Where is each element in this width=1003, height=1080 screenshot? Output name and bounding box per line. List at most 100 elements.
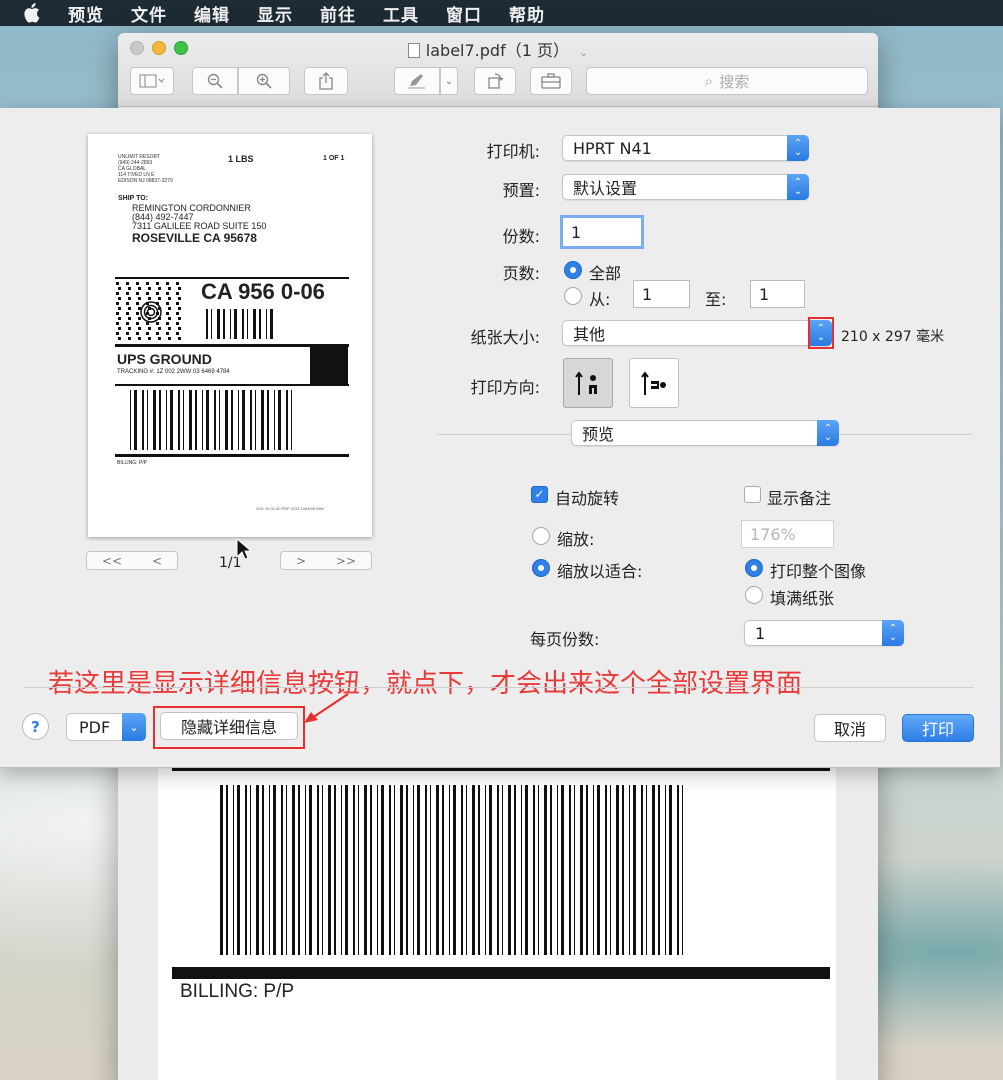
pages-to-input[interactable]: 1 bbox=[750, 280, 805, 308]
pdf-menu-button[interactable]: PDF ⌄ bbox=[66, 713, 146, 741]
printer-value: HPRT N41 bbox=[573, 138, 652, 158]
menu-view[interactable]: 显示 bbox=[257, 1, 293, 26]
label-rule bbox=[172, 967, 830, 979]
presets-select[interactable]: 默认设置 ⌃ ⌄ bbox=[562, 174, 809, 200]
maxicode-dot bbox=[158, 297, 161, 300]
updown-chevron-icon: ⌃ ⌄ bbox=[817, 420, 839, 446]
maxicode-dot bbox=[168, 337, 171, 340]
auto-rotate-checkbox[interactable]: ✓ bbox=[531, 486, 548, 503]
auto-rotate-label: 自动旋转 bbox=[555, 489, 620, 508]
previous-page-button[interactable]: < bbox=[152, 554, 162, 568]
hide-details-button[interactable]: 隐藏详细信息 bbox=[160, 712, 298, 740]
barcode-bar bbox=[273, 785, 276, 955]
barcode-bar bbox=[153, 390, 156, 450]
maxicode-dot bbox=[166, 302, 169, 305]
chevron-down-icon: ⌄ bbox=[444, 75, 454, 87]
search-field[interactable]: ⌕ 搜索 bbox=[586, 67, 868, 95]
barcode-bar bbox=[593, 785, 594, 955]
pages-from-input[interactable]: 1 bbox=[633, 280, 690, 308]
search-placeholder: 搜索 bbox=[719, 72, 750, 91]
barcode-bar bbox=[485, 785, 486, 955]
menu-edit[interactable]: 编辑 bbox=[194, 1, 230, 26]
landscape-orientation-button[interactable] bbox=[629, 358, 679, 408]
barcode-bar bbox=[170, 390, 173, 450]
paper-size-select[interactable]: 其他 ⌃ ⌄ bbox=[562, 320, 832, 346]
barcode-bar bbox=[466, 785, 467, 955]
portrait-person-icon bbox=[575, 371, 597, 395]
scale-to-fit-radio[interactable] bbox=[532, 559, 550, 577]
maxicode-dot bbox=[116, 302, 119, 305]
help-button[interactable]: ? bbox=[22, 713, 49, 740]
menu-file[interactable]: 文件 bbox=[131, 1, 167, 26]
copies-per-page-select[interactable]: 1 ⌃ ⌄ bbox=[744, 620, 904, 646]
markup-menu-button[interactable]: ⌄ bbox=[440, 67, 458, 95]
barcode-bar bbox=[442, 785, 444, 955]
barcode-bar bbox=[641, 785, 643, 955]
barcode-bar bbox=[381, 785, 384, 955]
barcode-bar bbox=[616, 785, 619, 955]
print-entire-image-radio[interactable] bbox=[745, 559, 763, 577]
maxicode-dot bbox=[176, 282, 179, 285]
menu-tools[interactable]: 工具 bbox=[383, 1, 419, 26]
barcode-bar bbox=[231, 390, 233, 450]
app-section-select[interactable]: 预览 ⌃ ⌄ bbox=[571, 420, 839, 446]
maxicode-dot bbox=[138, 327, 141, 330]
menu-window[interactable]: 窗口 bbox=[446, 1, 482, 26]
cancel-button[interactable]: 取消 bbox=[814, 714, 886, 742]
menu-preview[interactable]: 预览 bbox=[68, 1, 104, 26]
zoom-out-button[interactable] bbox=[192, 67, 238, 95]
document-title-bar[interactable]: label7.pdf（1 页） ⌄ bbox=[118, 37, 878, 61]
pages-all-radio[interactable] bbox=[564, 261, 582, 279]
barcode-bar bbox=[147, 390, 148, 450]
show-notes-checkbox[interactable] bbox=[744, 486, 761, 503]
zoom-in-button[interactable] bbox=[238, 67, 290, 95]
search-icon: ⌕ bbox=[704, 72, 714, 90]
barcode-bar bbox=[610, 785, 611, 955]
markup-button[interactable] bbox=[394, 67, 440, 95]
apple-icon[interactable] bbox=[22, 3, 42, 23]
sidebar-toggle-button[interactable] bbox=[130, 67, 174, 95]
annotation-arrow bbox=[304, 693, 349, 723]
menu-go[interactable]: 前往 bbox=[320, 1, 356, 26]
copies-input[interactable]: 1 bbox=[560, 215, 644, 249]
barcode-bar bbox=[142, 390, 144, 450]
portrait-orientation-button[interactable] bbox=[563, 358, 613, 408]
maxicode-image bbox=[116, 282, 181, 340]
pages-range-radio[interactable] bbox=[564, 287, 582, 305]
barcode-bar bbox=[669, 785, 672, 955]
share-button[interactable] bbox=[304, 67, 348, 95]
maxicode-dot bbox=[116, 322, 119, 325]
maxicode-dot bbox=[176, 322, 179, 325]
service-icon-box bbox=[310, 346, 348, 384]
document-page-view[interactable]: BILLING: P/P bbox=[158, 765, 836, 1080]
first-page-button[interactable]: << bbox=[102, 554, 122, 568]
scale-radio[interactable] bbox=[532, 527, 550, 545]
maxicode-dot bbox=[156, 292, 159, 295]
barcode-bar bbox=[134, 390, 137, 450]
scale-input[interactable]: 176% bbox=[741, 520, 834, 548]
barcode-bar bbox=[580, 785, 583, 955]
share-icon bbox=[319, 72, 333, 90]
last-page-button[interactable]: >> bbox=[336, 554, 356, 568]
printer-select[interactable]: HPRT N41 ⌃ ⌄ bbox=[562, 135, 809, 161]
maxicode-dot bbox=[156, 322, 159, 325]
toolbox-button[interactable] bbox=[530, 67, 572, 95]
pages-from-label: 从: bbox=[589, 290, 611, 309]
barcode-bar bbox=[574, 785, 575, 955]
barcode-bar bbox=[262, 785, 264, 955]
barcode-bar bbox=[159, 390, 161, 450]
barcode-bar bbox=[358, 785, 359, 955]
fill-paper-radio[interactable] bbox=[745, 586, 763, 604]
rotate-button[interactable] bbox=[474, 67, 516, 95]
maxicode-dot bbox=[136, 312, 139, 315]
print-button[interactable]: 打印 bbox=[902, 714, 974, 742]
next-page-button[interactable]: > bbox=[296, 554, 306, 568]
menu-help[interactable]: 帮助 bbox=[509, 1, 545, 26]
maxicode-dot bbox=[158, 337, 161, 340]
maxicode-dot bbox=[136, 302, 139, 305]
maxicode-dot bbox=[146, 282, 149, 285]
maxicode-dot bbox=[168, 287, 171, 290]
chevron-down-icon[interactable]: ⌄ bbox=[579, 46, 588, 59]
app-section-value: 预览 bbox=[582, 425, 615, 444]
maxicode-dot bbox=[176, 332, 179, 335]
